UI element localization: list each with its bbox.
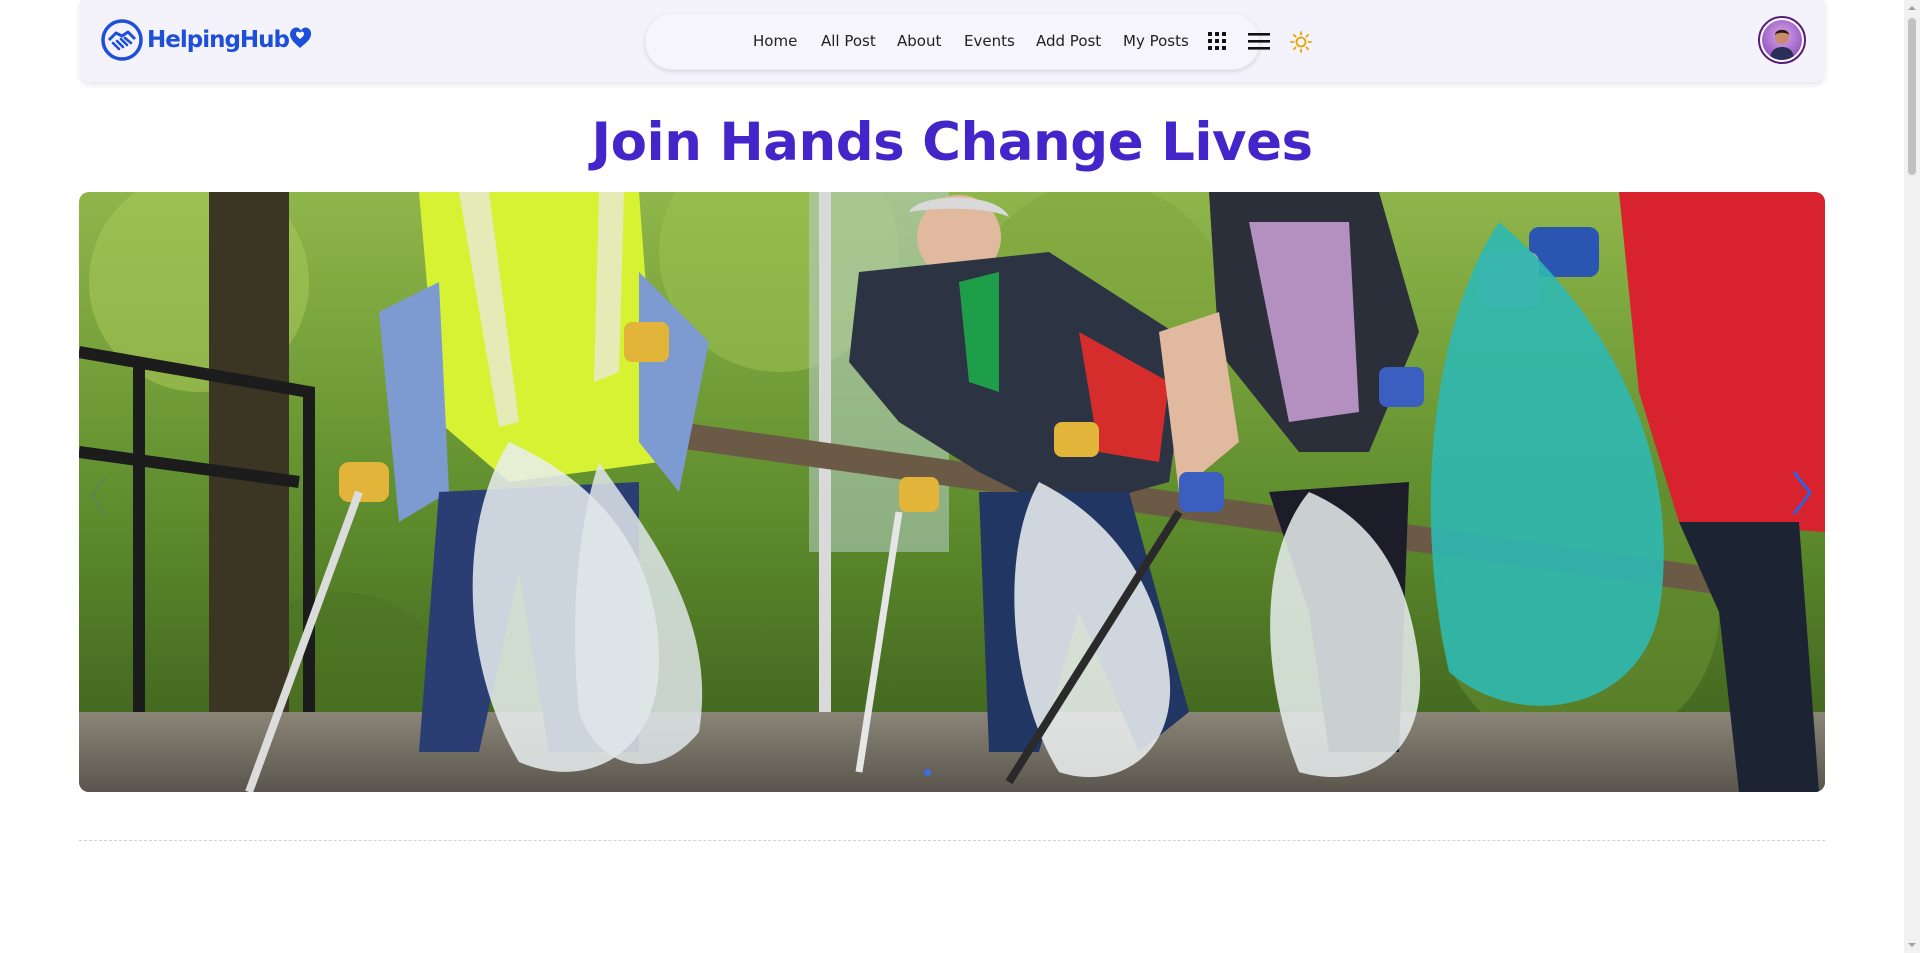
chevron-left-icon [90, 475, 108, 517]
carousel-dot-active[interactable] [924, 769, 931, 776]
scroll-up-arrow-icon[interactable] [1908, 4, 1916, 12]
hero-title: Join Hands Change Lives [591, 112, 1313, 173]
top-navbar: HelpingHub Home All Post About Events Ad… [80, 0, 1825, 82]
brand-logo[interactable]: HelpingHub [100, 18, 313, 62]
handshake-logo-icon [101, 19, 143, 61]
hamburger-menu-icon[interactable] [1248, 33, 1270, 54]
grid-icon[interactable] [1208, 32, 1226, 54]
page-scrollbar[interactable] [1904, 0, 1920, 953]
hero-carousel [79, 192, 1825, 792]
user-avatar-icon [1762, 20, 1802, 60]
nav-link-add-post[interactable]: Add Post [1036, 13, 1101, 70]
carousel-next-button[interactable] [1791, 470, 1813, 520]
nav-link-home[interactable]: Home [753, 13, 797, 70]
nav-link-about[interactable]: About [897, 13, 941, 70]
brand-name: HelpingHub [147, 27, 290, 53]
carousel-prev-button[interactable] [89, 474, 109, 522]
user-avatar[interactable] [1758, 16, 1806, 64]
sun-icon[interactable] [1290, 31, 1312, 57]
nav-link-all-post[interactable]: All Post [821, 13, 876, 70]
scroll-down-arrow-icon[interactable] [1908, 941, 1916, 949]
hearts-cloud-icon [290, 27, 312, 48]
nav-link-my-posts[interactable]: My Posts [1123, 13, 1189, 70]
section-divider [79, 840, 1825, 841]
nav-link-events[interactable]: Events [964, 13, 1015, 70]
carousel-slide-image [79, 192, 1825, 792]
chevron-right-icon [1792, 471, 1812, 515]
main-menu: Home All Post About Events Add Post My P… [645, 13, 1312, 70]
scrollbar-thumb[interactable] [1908, 18, 1916, 175]
